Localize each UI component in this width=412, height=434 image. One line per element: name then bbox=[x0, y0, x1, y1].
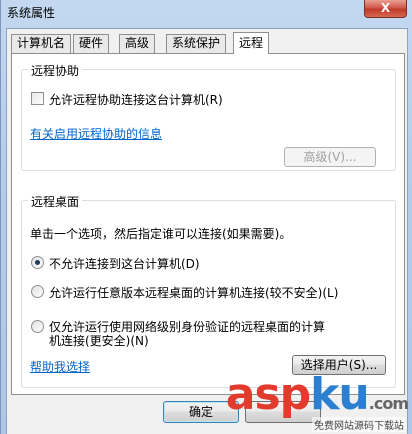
watermark-subtitle: 免费网站源码下载站 bbox=[312, 417, 406, 432]
tab-remote[interactable]: 远程 bbox=[233, 32, 270, 54]
window-title: 系统属性 bbox=[7, 6, 56, 20]
radio-dont-allow[interactable] bbox=[31, 256, 44, 269]
radio-allow-any-version-label[interactable]: 允许运行任意版本远程桌面的计算机连接(较不安全)(L) bbox=[49, 284, 338, 301]
tab-computer-name[interactable]: 计算机名 bbox=[11, 34, 72, 53]
advanced-button[interactable]: 高级(V)... bbox=[284, 147, 376, 167]
allow-remote-assistance-label[interactable]: 允许远程协助连接这台计算机(R) bbox=[49, 91, 223, 108]
remote-desktop-group: 远程桌面 单击一个选项，然后指定谁可以连接(如果需要)。 不允许连接到这台计算机… bbox=[21, 193, 396, 388]
tab-advanced[interactable]: 高级 bbox=[119, 34, 156, 53]
remote-assistance-group-label: 远程协助 bbox=[28, 62, 83, 79]
remote-assistance-group: 远程协助 允许远程协助连接这台计算机(R) 有关启用远程协助的信息 高级(V).… bbox=[21, 62, 396, 171]
radio-allow-nla-only[interactable] bbox=[31, 320, 44, 333]
tab-system-protection[interactable]: 系统保护 bbox=[166, 34, 227, 53]
tab-hardware[interactable]: 硬件 bbox=[73, 34, 110, 53]
remote-assistance-info-link[interactable]: 有关启用远程协助的信息 bbox=[30, 125, 162, 142]
close-button[interactable]: X bbox=[364, 0, 407, 18]
radio-allow-nla-label-line2[interactable]: 机连接(更安全)(N) bbox=[49, 332, 149, 349]
title-bar[interactable]: 系统属性 X bbox=[1, 0, 412, 24]
remote-desktop-group-label: 远程桌面 bbox=[28, 193, 83, 210]
radio-dont-allow-label[interactable]: 不允许连接到这台计算机(D) bbox=[49, 255, 200, 272]
aspku-watermark-logo: aspku.com bbox=[225, 369, 409, 420]
remote-tab-panel: 远程协助 允许远程协助连接这台计算机(R) 有关启用远程协助的信息 高级(V).… bbox=[11, 53, 405, 395]
remote-desktop-instruction: 单击一个选项，然后指定谁可以连接(如果需要)。 bbox=[30, 227, 292, 241]
help-me-choose-link[interactable]: 帮助我选择 bbox=[30, 358, 90, 375]
radio-allow-any-version[interactable] bbox=[31, 285, 44, 298]
system-properties-window: 系统属性 X 计算机名 硬件 高级 系统保护 远程 远程协助 允许远程协助连接这… bbox=[0, 0, 412, 434]
allow-remote-assistance-checkbox[interactable] bbox=[31, 92, 44, 105]
